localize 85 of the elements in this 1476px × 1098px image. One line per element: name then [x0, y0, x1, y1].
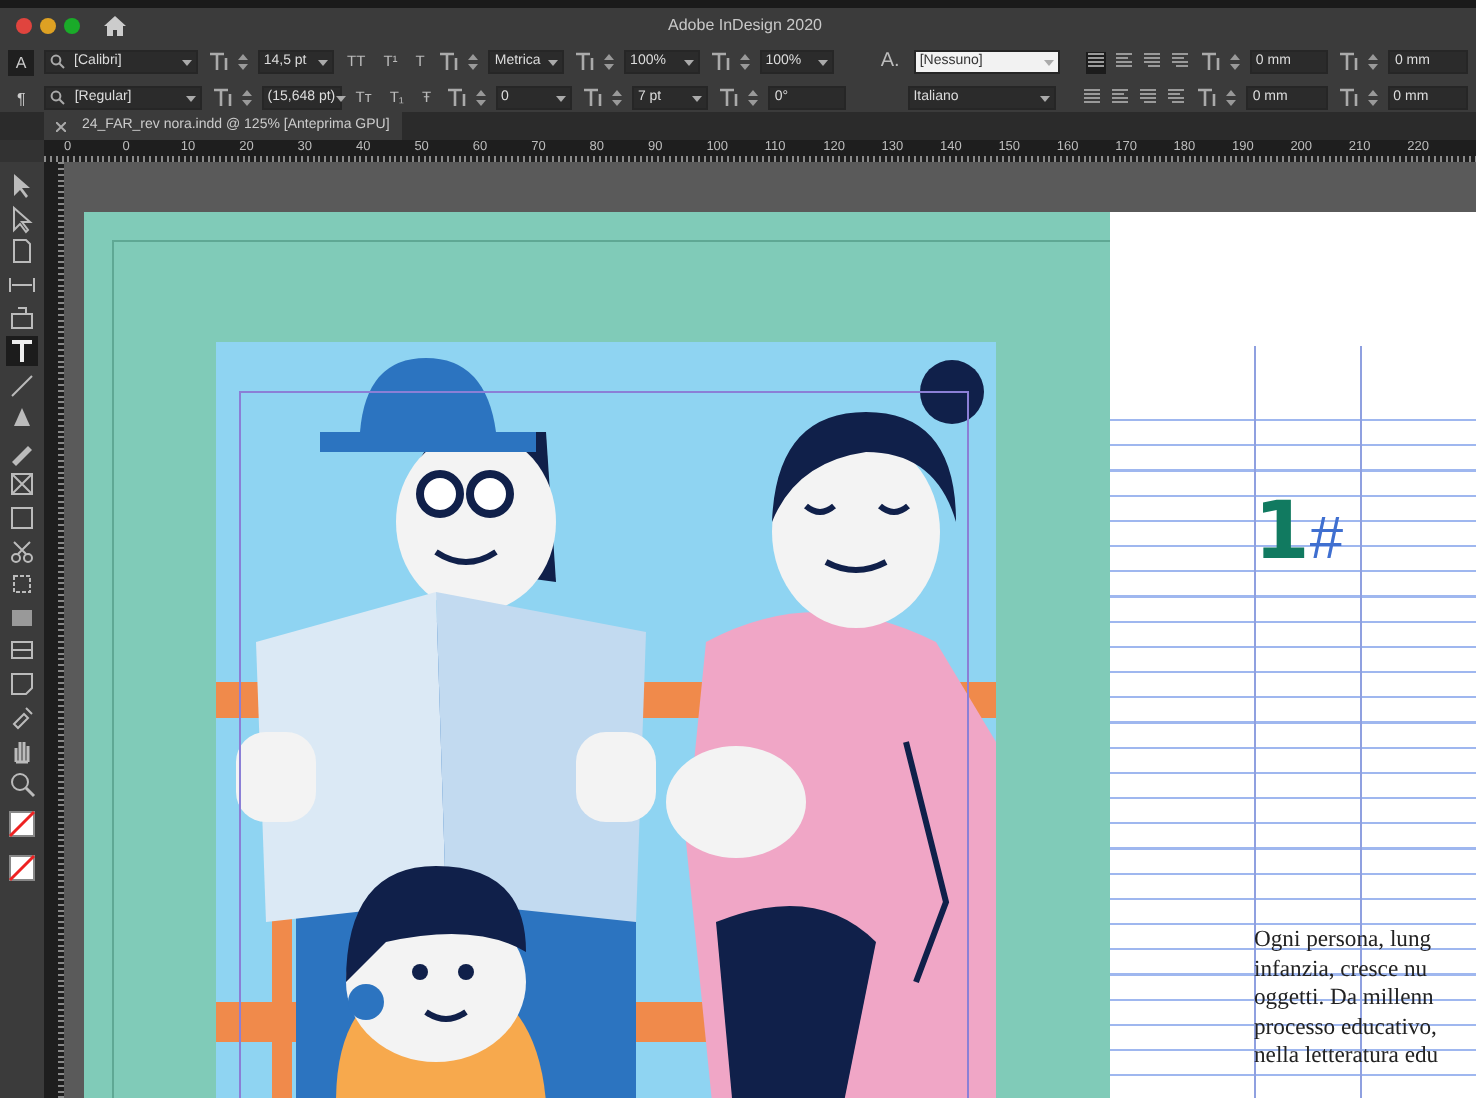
- stepper-icon: [1229, 54, 1240, 70]
- mode-button[interactable]: ¶: [8, 85, 35, 111]
- rectangle-icon: [6, 501, 38, 532]
- stroke-swatch-icon: [8, 853, 36, 882]
- body-text-line: Ogni persona, lung: [1254, 926, 1434, 956]
- search-icon: [50, 90, 67, 106]
- field-label-icon: [581, 88, 602, 108]
- stepper-icon: [237, 54, 248, 70]
- caret-icon: [683, 59, 694, 65]
- field-label-icon: [709, 52, 730, 72]
- close-icon: [56, 121, 66, 131]
- rectangle-tool[interactable]: [6, 501, 38, 532]
- home-icon[interactable]: [104, 16, 126, 36]
- caret-icon: [335, 95, 346, 101]
- note-icon: [6, 667, 38, 698]
- heading-mark: #: [1309, 506, 1344, 572]
- caret-icon: [1040, 95, 1051, 101]
- type-icon: [6, 335, 38, 366]
- field-label-icon: [1196, 88, 1217, 108]
- body-text-line: processo educativo,: [1254, 1013, 1439, 1043]
- fill-swatch-icon: [8, 809, 36, 838]
- caret-icon: [818, 59, 829, 65]
- field-label-icon: [211, 88, 232, 108]
- zoom-tool[interactable]: [6, 767, 38, 798]
- caret-icon: [185, 95, 196, 101]
- body-text-line: infanzia, cresce nu: [1254, 955, 1430, 985]
- align-icon: [1087, 51, 1104, 68]
- mode-button[interactable]: A: [8, 49, 35, 75]
- close-button[interactable]: [16, 18, 32, 34]
- zoom-icon: [6, 767, 38, 798]
- align-button[interactable]: [1110, 87, 1131, 109]
- minimize-button[interactable]: [40, 18, 56, 34]
- caret-icon: [692, 95, 703, 101]
- align-button[interactable]: [1169, 51, 1190, 73]
- stepper-icon: [468, 54, 479, 70]
- zoom-button[interactable]: [64, 18, 80, 34]
- align-icon: [1171, 51, 1188, 68]
- field-label-icon: [574, 52, 595, 72]
- stepper-icon: [604, 54, 615, 70]
- align-button[interactable]: [1138, 87, 1159, 109]
- stepper-icon: [611, 90, 622, 106]
- stepper-icon: [241, 90, 252, 106]
- caret-icon: [317, 59, 328, 65]
- field-label-icon: [718, 88, 739, 108]
- align-icon: [1084, 87, 1101, 104]
- align-button[interactable]: [1141, 51, 1162, 73]
- style-label: A.: [878, 50, 902, 74]
- field-label-icon: [1199, 52, 1220, 72]
- heading-number: 1: [1254, 486, 1310, 578]
- align-icon: [1140, 87, 1157, 104]
- field-label-icon: [1337, 88, 1358, 108]
- caret-icon: [548, 59, 559, 65]
- frame-icon: [6, 468, 38, 499]
- type-tool[interactable]: [6, 335, 38, 366]
- align-button[interactable]: [1166, 87, 1187, 109]
- align-button[interactable]: [1113, 51, 1134, 73]
- field-label-icon: [445, 88, 466, 108]
- caret-icon: [1043, 59, 1054, 65]
- stepper-icon: [475, 90, 486, 106]
- note-tool[interactable]: [6, 667, 38, 698]
- scissors-tool[interactable]: [6, 535, 38, 566]
- body-text-line: oggetti. Da millenn: [1254, 984, 1436, 1014]
- stepper-icon: [1368, 54, 1379, 70]
- align-icon: [1143, 51, 1160, 68]
- window-title: Adobe InDesign 2020: [668, 14, 822, 38]
- stepper-icon: [1226, 90, 1237, 106]
- caret-icon: [181, 59, 192, 65]
- frame-tool[interactable]: [6, 468, 38, 499]
- stepper-icon: [1367, 90, 1378, 106]
- align-icon: [1112, 87, 1129, 104]
- field-label-icon: [207, 52, 228, 72]
- align-button[interactable]: [1085, 51, 1106, 73]
- body-text-line: nella letteratura edu: [1254, 1042, 1439, 1072]
- caret-icon: [555, 95, 566, 101]
- field-label-icon: [438, 52, 459, 72]
- line-tool[interactable]: [6, 369, 38, 400]
- line-icon: [6, 369, 38, 400]
- align-icon: [1115, 51, 1132, 68]
- field-label-icon: [1338, 52, 1359, 72]
- align-button[interactable]: [1082, 87, 1103, 109]
- align-icon: [1168, 87, 1185, 104]
- scissors-icon: [6, 535, 38, 566]
- search-icon: [50, 54, 67, 70]
- stepper-icon: [739, 54, 750, 70]
- stepper-icon: [748, 90, 759, 106]
